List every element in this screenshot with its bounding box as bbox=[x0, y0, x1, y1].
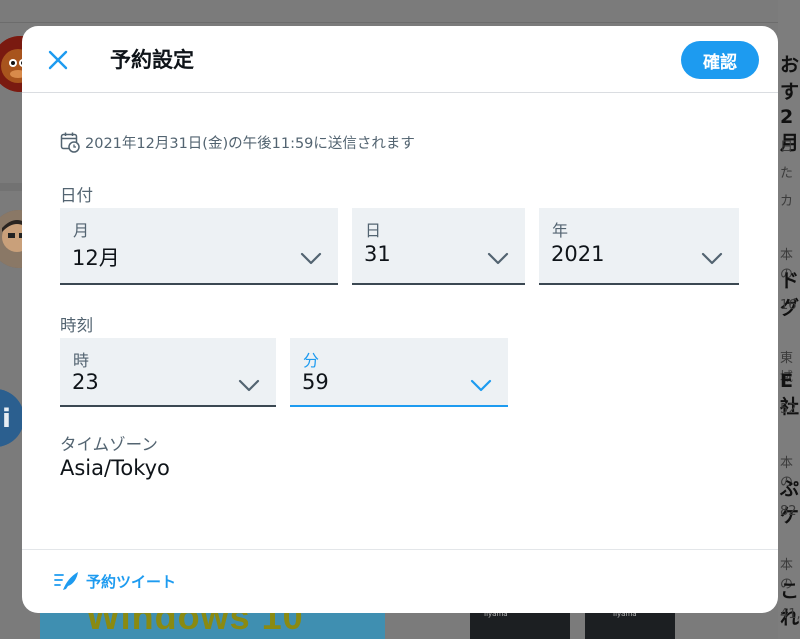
year-value: 2021 bbox=[551, 242, 605, 266]
trend-text: た bbox=[780, 166, 794, 181]
timezone-value: Asia/Tokyo bbox=[60, 456, 170, 480]
minute-select[interactable]: 分 59 bbox=[290, 338, 508, 407]
scheduled-tweets-link[interactable]: 予約ツイート bbox=[54, 570, 176, 592]
trend-text: 16 bbox=[780, 298, 797, 313]
trend-text: 52 bbox=[780, 402, 797, 417]
year-select[interactable]: 年 2021 bbox=[539, 208, 739, 285]
day-select[interactable]: 日 31 bbox=[352, 208, 525, 285]
month-select[interactable]: 月 12月 bbox=[60, 208, 338, 285]
modal-header: 予約設定 確認 bbox=[22, 26, 778, 93]
hour-select[interactable]: 時 23 bbox=[60, 338, 276, 407]
send-info-text: 2021年12月31日(金)の午後11:59に送信されます bbox=[85, 135, 415, 152]
background-divider bbox=[0, 22, 800, 23]
month-value: 12月 bbox=[72, 246, 120, 270]
modal-footer: 予約ツイート bbox=[22, 549, 778, 613]
chevron-down-icon bbox=[300, 252, 322, 265]
trends-column: おす 2月 日 た カ 本の ドグ 16 東域 E社 52 本の ぷケ 82 本… bbox=[778, 0, 800, 639]
confirm-button[interactable]: 確認 bbox=[681, 41, 759, 79]
timezone-label: タイムゾーン bbox=[60, 435, 158, 454]
close-button[interactable] bbox=[44, 46, 72, 74]
chevron-down-icon bbox=[470, 379, 492, 392]
calendar-clock-icon bbox=[60, 132, 80, 153]
day-label: 日 bbox=[365, 221, 382, 240]
trend-text: おす bbox=[780, 54, 800, 103]
trend-text: カ bbox=[780, 194, 794, 209]
scheduled-tweets-label: 予約ツイート bbox=[86, 572, 177, 591]
modal-title: 予約設定 bbox=[110, 48, 194, 72]
date-section-label: 日付 bbox=[60, 186, 93, 205]
hour-value: 23 bbox=[72, 370, 99, 394]
day-value: 31 bbox=[364, 242, 391, 266]
month-label: 月 bbox=[73, 221, 90, 240]
trend-text: 82 bbox=[780, 504, 797, 519]
time-section-label: 時刻 bbox=[60, 316, 93, 335]
close-icon bbox=[48, 50, 68, 70]
trend-text: 41,7 bbox=[780, 607, 800, 622]
trend-text: 日 bbox=[780, 140, 794, 155]
chevron-down-icon bbox=[701, 252, 723, 265]
avatar[interactable]: i bbox=[0, 389, 24, 447]
quill-icon bbox=[54, 572, 78, 590]
minute-value: 59 bbox=[302, 370, 329, 394]
trend-text: ぷケ bbox=[780, 478, 800, 527]
schedule-modal: 予約設定 確認 2021年12月31日(金)の午後11:59に送信されます 日付… bbox=[22, 26, 778, 613]
hour-label: 時 bbox=[73, 351, 90, 370]
svg-text:i: i bbox=[2, 404, 11, 434]
chevron-down-icon bbox=[487, 252, 509, 265]
chevron-down-icon bbox=[238, 379, 260, 392]
year-label: 年 bbox=[552, 221, 569, 240]
scheduled-send-info: 2021年12月31日(金)の午後11:59に送信されます bbox=[60, 131, 415, 153]
minute-label: 分 bbox=[303, 351, 320, 370]
